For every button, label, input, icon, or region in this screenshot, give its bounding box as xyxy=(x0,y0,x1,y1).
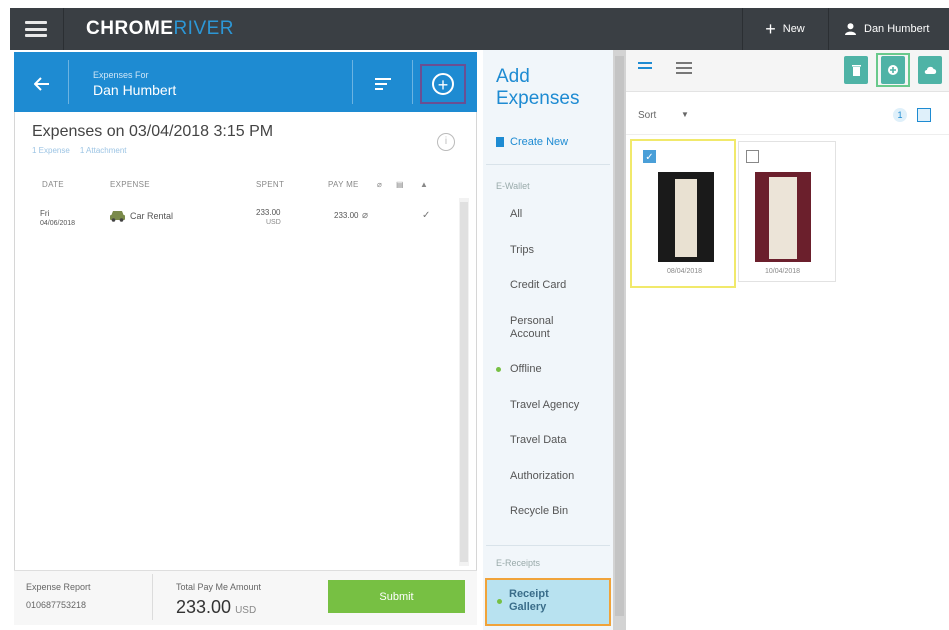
delete-button[interactable] xyxy=(844,56,868,84)
submit-button[interactable]: Submit xyxy=(328,580,465,613)
add-receipt-button[interactable] xyxy=(881,56,905,84)
sort-button[interactable] xyxy=(358,64,408,104)
new-button[interactable]: + New xyxy=(743,8,827,50)
report-number: 010687753218 xyxy=(26,600,87,610)
add-expenses-title-line1: Add xyxy=(496,66,530,87)
topbar-divider xyxy=(63,8,64,50)
user-name: Dan Humbert xyxy=(864,23,930,35)
offline-status-dot xyxy=(496,367,501,372)
list-view-icon[interactable] xyxy=(676,62,692,74)
receipt-gallery-line2: Gallery xyxy=(509,601,547,613)
add-expenses-title-line2: Expenses xyxy=(496,88,580,109)
divider xyxy=(486,545,610,546)
receipt-date: 10/04/2018 xyxy=(765,268,801,275)
total-label: Total Pay Me Amount xyxy=(176,582,262,592)
cloud-upload-icon xyxy=(924,66,936,74)
footer-divider xyxy=(152,574,153,620)
ereceipts-section-label: E-Receipts xyxy=(496,558,541,568)
divider xyxy=(626,134,949,135)
arrow-left-icon xyxy=(34,77,49,91)
car-icon xyxy=(110,211,125,222)
expense-count: 1 Expense xyxy=(32,146,70,155)
nav-item-offline[interactable]: Offline xyxy=(510,363,542,376)
caret-down-icon[interactable]: ▼ xyxy=(681,110,689,119)
add-expenses-title: Add Expenses xyxy=(496,66,579,110)
nav-item-credit-card[interactable]: Credit Card xyxy=(510,279,566,292)
total-currency: USD xyxy=(235,605,257,616)
receipt-checkbox-checked[interactable]: ✓ xyxy=(643,150,656,163)
receipt-gallery-line1: Receipt xyxy=(509,588,549,600)
column-header-date: DATE xyxy=(42,180,64,189)
divider xyxy=(486,164,610,165)
upload-button[interactable] xyxy=(918,56,942,84)
row-expense: Car Rental xyxy=(130,211,174,221)
row-spent: 233.00 xyxy=(256,208,281,217)
plus-circle-icon: + xyxy=(432,73,454,95)
user-icon xyxy=(845,23,856,35)
nav-item-personal-account[interactable]: Personal Account xyxy=(510,315,580,341)
hamburger-icon xyxy=(25,21,47,37)
sort-label[interactable]: Sort xyxy=(638,110,656,121)
total-amount-value: 233.00 xyxy=(176,597,232,617)
nav-item-authorization[interactable]: Authorization xyxy=(510,470,574,483)
header-divider xyxy=(352,60,353,104)
selected-count-badge: 1 xyxy=(893,108,907,122)
gallery-status-dot xyxy=(497,599,502,604)
menu-button[interactable] xyxy=(10,8,62,50)
receipt-date: 08/04/2018 xyxy=(667,268,703,275)
expenses-title: Expenses on 03/04/2018 3:15 PM xyxy=(32,123,274,140)
back-button[interactable] xyxy=(22,64,62,104)
row-payme: 233.00 xyxy=(334,211,359,220)
expenses-for-name[interactable]: Dan Humbert xyxy=(93,82,176,98)
create-new-label: Create New xyxy=(510,136,569,148)
app-logo: CHROMERIVER xyxy=(86,18,235,39)
info-icon[interactable]: i xyxy=(437,133,455,151)
plus-icon: + xyxy=(765,19,776,39)
attachment-col-icon: ⌀ xyxy=(377,180,383,189)
column-header-spent: SPENT xyxy=(256,180,285,189)
nav-item-recycle-bin[interactable]: Recycle Bin xyxy=(510,505,568,518)
ewallet-section-label: E-Wallet xyxy=(496,181,530,191)
header-divider xyxy=(68,60,69,104)
column-header-payme: PAY ME xyxy=(328,180,359,189)
receipt-gallery-label: Receipt Gallery xyxy=(509,588,549,614)
nav-item-travel-agency[interactable]: Travel Agency xyxy=(510,399,579,412)
warning-col-icon: ▲ xyxy=(420,180,429,189)
total-amount: 233.00 USD xyxy=(176,597,256,618)
panel-scrollbar-thumb[interactable] xyxy=(615,56,624,616)
receipt-thumbnail[interactable] xyxy=(658,172,714,262)
grid-view-icon[interactable] xyxy=(638,62,652,74)
document-icon xyxy=(496,137,504,147)
nav-item-all[interactable]: All xyxy=(510,208,522,221)
column-header-expense: EXPENSE xyxy=(110,180,150,189)
report-label: Expense Report xyxy=(26,582,91,592)
expenses-for-label: Expenses For xyxy=(93,70,149,80)
plus-circle-icon xyxy=(888,65,898,75)
receipt-checkbox[interactable] xyxy=(746,150,759,163)
create-new-link[interactable]: Create New xyxy=(496,136,568,148)
nav-item-travel-data[interactable]: Travel Data xyxy=(510,434,566,447)
nav-item-trips[interactable]: Trips xyxy=(510,244,534,257)
paperclip-icon: ⌀ xyxy=(362,210,369,221)
row-day: Fri xyxy=(40,209,50,218)
select-all-checkbox[interactable] xyxy=(917,108,931,122)
scrollbar-thumb[interactable] xyxy=(460,202,468,562)
check-icon: ✓ xyxy=(422,210,431,221)
sort-icon xyxy=(375,78,391,90)
row-date: 04/06/2018 xyxy=(40,220,76,227)
new-label: New xyxy=(782,23,805,35)
trash-icon xyxy=(851,65,861,76)
expenses-meta: 1 Expense 1 Attachment xyxy=(32,146,127,155)
table-row[interactable] xyxy=(26,198,456,238)
receipt-col-icon: ▤ xyxy=(396,180,404,189)
add-expense-button[interactable]: + xyxy=(420,64,466,104)
user-menu-button[interactable]: Dan Humbert xyxy=(829,8,949,50)
receipt-thumbnail[interactable] xyxy=(755,172,811,262)
row-spent-currency: USD xyxy=(266,219,281,226)
attachment-count: 1 Attachment xyxy=(79,146,127,155)
header-divider xyxy=(412,60,413,104)
